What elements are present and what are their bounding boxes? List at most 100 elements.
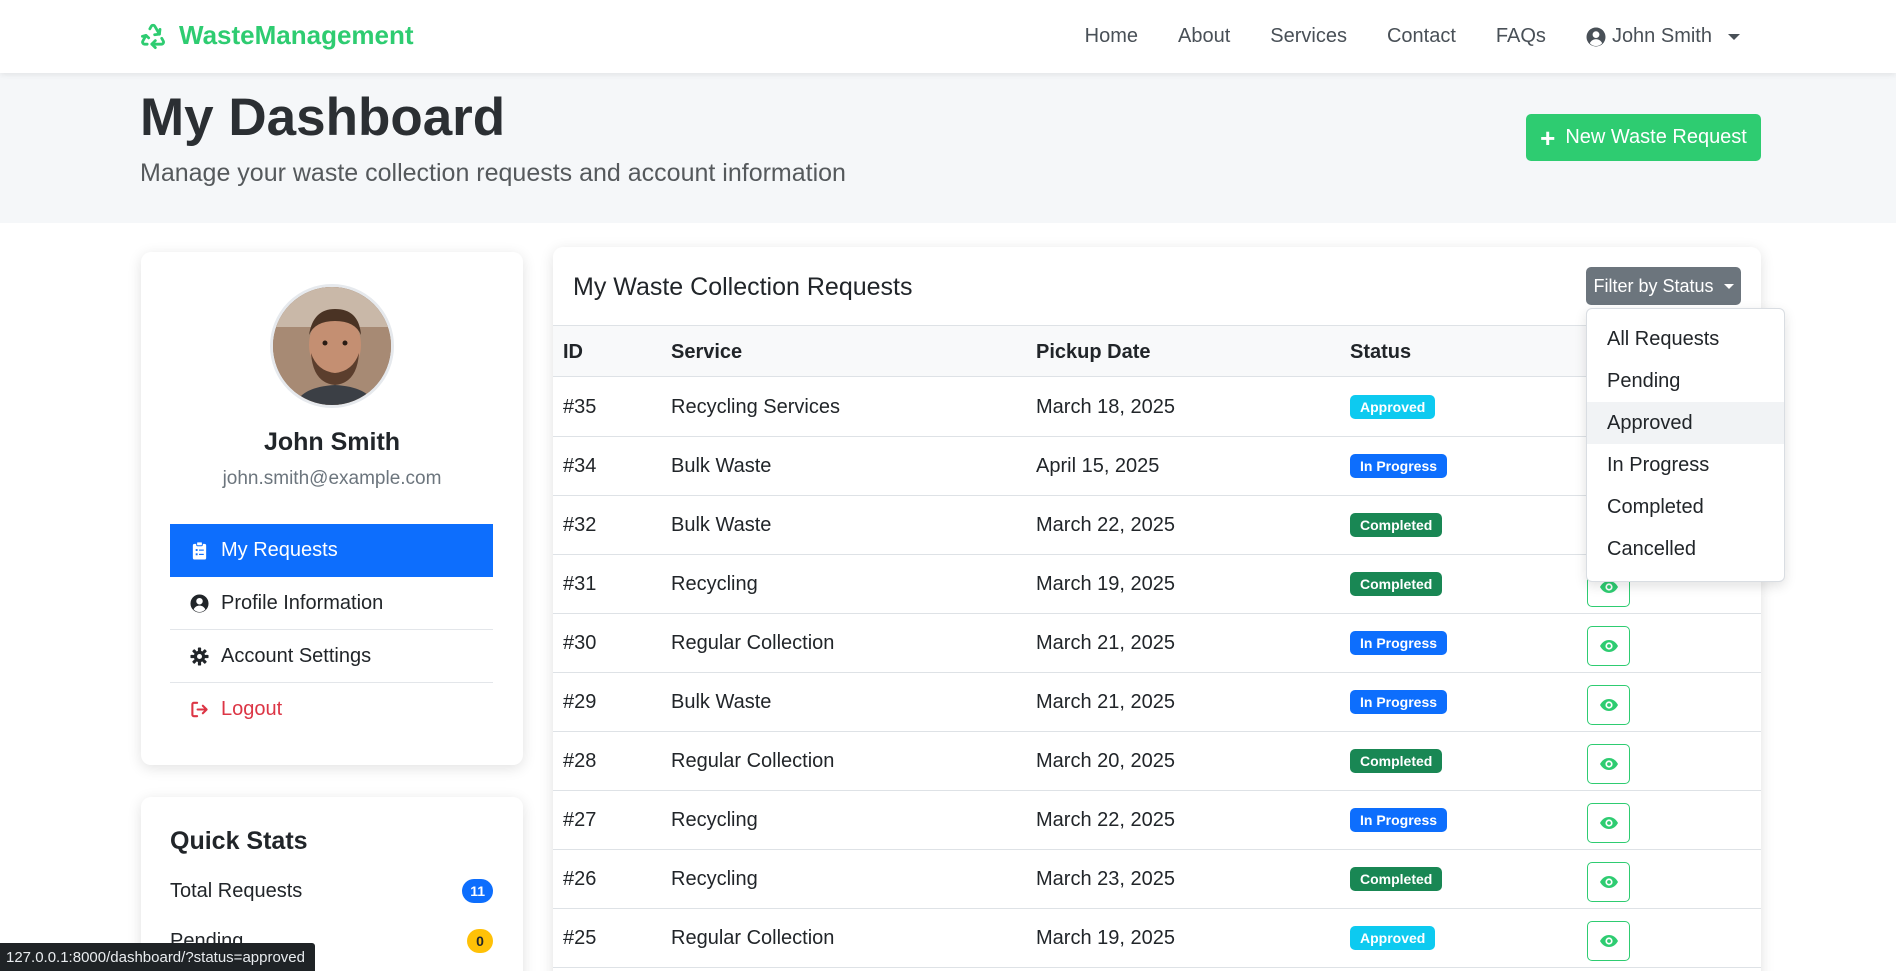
logout-icon <box>191 701 208 718</box>
view-request-button[interactable] <box>1587 803 1630 843</box>
request-id: #26 <box>563 868 597 890</box>
status-badge: Approved <box>1350 926 1436 950</box>
menu-item-profile-information[interactable]: Profile Information <box>170 577 493 630</box>
eye-icon <box>1599 699 1618 711</box>
new-waste-request-button[interactable]: + New Waste Request <box>1526 114 1761 161</box>
stat-count-badge: 0 <box>467 929 493 953</box>
stat-count-badge: 11 <box>462 879 493 903</box>
column-header-id: ID <box>563 341 583 363</box>
eye-icon <box>1599 876 1618 888</box>
filter-dropdown-menu: All Requests Pending Approved In Progres… <box>1586 308 1785 582</box>
chevron-down-icon <box>1728 33 1740 40</box>
request-service: Bulk Waste <box>671 455 772 477</box>
nav-link-about[interactable]: About <box>1178 25 1230 48</box>
request-id: #30 <box>563 632 597 654</box>
avatar-photo <box>273 287 391 405</box>
status-badge: Completed <box>1350 867 1443 891</box>
request-service: Regular Collection <box>671 632 835 654</box>
profile-email: john.smith@example.com <box>222 468 442 489</box>
view-request-button[interactable] <box>1587 862 1630 902</box>
profile-card: John Smith john.smith@example.com My Req… <box>141 252 523 765</box>
request-pickup-date: March 19, 2025 <box>1036 927 1175 949</box>
menu-item-my-requests[interactable]: My Requests <box>170 524 493 577</box>
request-pickup-date: March 21, 2025 <box>1036 632 1175 654</box>
request-id: #34 <box>563 455 597 477</box>
request-id: #32 <box>563 514 597 536</box>
table-header: ID Service Pickup Date Status <box>553 325 1761 377</box>
view-request-button[interactable] <box>1587 626 1630 666</box>
table-row: #28 Regular Collection March 20, 2025 Compl… <box>553 732 1761 791</box>
view-request-button[interactable] <box>1587 921 1630 961</box>
status-badge: Completed <box>1350 749 1443 773</box>
filter-option-pending[interactable]: Pending <box>1587 360 1784 402</box>
menu-item-label: Account Settings <box>221 644 372 667</box>
filter-by-status-button[interactable]: Filter by Status <box>1586 267 1741 305</box>
request-service: Regular Collection <box>671 927 835 949</box>
request-pickup-date: March 18, 2025 <box>1036 396 1175 418</box>
menu-item-logout[interactable]: Logout <box>170 683 493 736</box>
page-header: My Dashboard Manage your waste collectio… <box>0 73 1896 223</box>
menu-item-account-settings[interactable]: Account Settings <box>170 630 493 683</box>
column-header-status: Status <box>1350 341 1412 363</box>
new-waste-request-label: New Waste Request <box>1565 126 1747 148</box>
nav-link-faqs[interactable]: FAQs <box>1496 25 1546 48</box>
nav-link-services[interactable]: Services <box>1270 25 1347 48</box>
user-menu-toggle[interactable]: John Smith <box>1586 25 1740 48</box>
user-circle-icon <box>1586 27 1606 46</box>
navbar: WasteManagement Home About Services Cont… <box>0 0 1896 73</box>
column-header-pickup-date: Pickup Date <box>1036 341 1151 363</box>
filter-option-all[interactable]: All Requests <box>1587 318 1784 360</box>
table-row: #34 Bulk Waste April 15, 2025 In Progress <box>553 437 1761 496</box>
table-row: #30 Regular Collection March 21, 2025 In Pr… <box>553 614 1761 673</box>
status-badge: In Progress <box>1350 454 1448 478</box>
menu-item-label: My Requests <box>221 539 338 561</box>
filter-option-completed[interactable]: Completed <box>1587 486 1784 528</box>
requests-title: My Waste Collection Requests <box>573 273 913 301</box>
recycle-icon <box>140 23 165 49</box>
plus-icon: + <box>1540 122 1556 153</box>
gear-icon <box>190 646 209 666</box>
request-pickup-date: March 19, 2025 <box>1036 573 1175 595</box>
request-id: #29 <box>563 691 597 713</box>
chevron-down-icon <box>1723 283 1734 289</box>
table-row: #32 Bulk Waste March 22, 2025 Completed <box>553 496 1761 555</box>
filter-option-approved[interactable]: Approved <box>1587 402 1784 444</box>
view-request-button[interactable] <box>1587 744 1630 784</box>
stat-label: Total Requests <box>170 879 303 902</box>
column-header-service: Service <box>671 341 743 363</box>
filter-option-cancelled[interactable]: Cancelled <box>1587 528 1784 570</box>
request-id: #31 <box>563 573 597 595</box>
nav-link-home[interactable]: Home <box>1085 25 1138 48</box>
request-service: Bulk Waste <box>671 691 772 713</box>
clipboard-icon <box>192 541 207 560</box>
profile-menu: My Requests Profile Information Account … <box>170 524 493 736</box>
user-name: John Smith <box>1611 25 1712 47</box>
nav-links: Home About Services Contact FAQs John Sm… <box>1085 0 1740 73</box>
status-badge: Completed <box>1350 572 1443 596</box>
nav-link-contact[interactable]: Contact <box>1387 25 1456 48</box>
request-pickup-date: March 20, 2025 <box>1036 750 1175 772</box>
requests-card: My Waste Collection Requests Filter by S… <box>553 247 1761 971</box>
status-badge: In Progress <box>1350 690 1448 714</box>
view-request-button[interactable] <box>1587 685 1630 725</box>
avatar <box>270 284 394 408</box>
filter-option-in-progress[interactable]: In Progress <box>1587 444 1784 486</box>
request-pickup-date: March 23, 2025 <box>1036 868 1175 890</box>
request-service: Recycling <box>671 868 758 890</box>
request-id: #28 <box>563 750 597 772</box>
user-circle-icon <box>190 593 209 613</box>
request-pickup-date: March 22, 2025 <box>1036 514 1175 536</box>
request-service: Recycling <box>671 573 758 595</box>
brand-name: WasteManagement <box>179 20 414 50</box>
request-id: #35 <box>563 396 597 418</box>
table-row: #25 Regular Collection March 19, 2025 Appro… <box>553 909 1761 968</box>
table-row: #31 Recycling March 19, 2025 Completed <box>553 555 1761 614</box>
request-service: Recycling Services <box>671 396 840 418</box>
table-row: #26 Recycling March 23, 2025 Completed <box>553 850 1761 909</box>
brand-logo[interactable]: WasteManagement <box>139 20 414 51</box>
request-pickup-date: March 22, 2025 <box>1036 809 1175 831</box>
menu-item-label: Profile Information <box>221 591 384 614</box>
request-service: Recycling <box>671 809 758 831</box>
filter-label: Filter by Status <box>1593 275 1714 296</box>
page-subtitle: Manage your waste collection requests an… <box>140 159 846 187</box>
